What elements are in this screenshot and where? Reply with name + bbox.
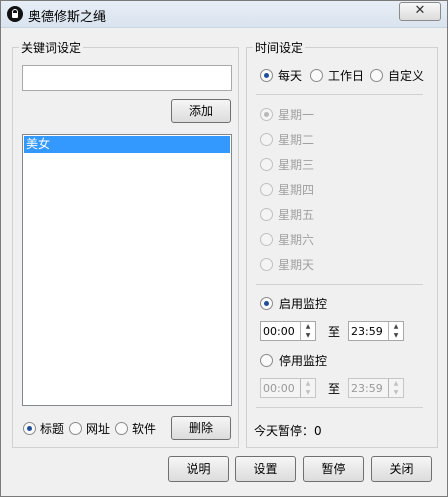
disable-end-time-field[interactable]: 23:59 ▲ ▼ (348, 378, 404, 398)
spinner-up-icon[interactable]: ▲ (389, 322, 403, 331)
weekday-radio-thu[interactable] (260, 183, 273, 196)
keyword-group-title: 关键词设定 (19, 39, 84, 56)
weekday-label-tue: 星期二 (278, 133, 315, 147)
mode-workday-radio[interactable] (310, 69, 323, 82)
weekday-label-wed: 星期三 (278, 158, 315, 172)
list-item[interactable]: 美女 (24, 136, 230, 153)
weekday-radio-tue[interactable] (260, 133, 273, 146)
weekday-label-thu: 星期四 (278, 183, 315, 197)
divider (256, 94, 423, 95)
time-spinner[interactable]: ▲ ▼ (300, 379, 315, 397)
match-title-label: 标题 (40, 422, 65, 436)
mode-custom-label: 自定义 (388, 69, 425, 83)
enable-monitor-label: 启用监控 (279, 297, 328, 311)
time-group-title: 时间设定 (253, 39, 306, 56)
weekday-radio-wed[interactable] (260, 158, 273, 171)
mode-daily-radio[interactable] (260, 69, 273, 82)
time-spinner[interactable]: ▲ ▼ (388, 322, 403, 340)
disable-start-time-value: 00:00 (263, 382, 295, 395)
enable-start-time-field[interactable]: 00:00 ▲ ▼ (260, 321, 316, 341)
help-button[interactable]: 说明 (168, 456, 229, 482)
enable-start-time-value: 00:00 (263, 325, 295, 338)
weekday-label-mon: 星期一 (278, 108, 315, 122)
window-title: 奥德修斯之绳 (28, 10, 107, 25)
divider (256, 407, 423, 408)
match-software-label: 软件 (132, 422, 157, 436)
spinner-up-icon[interactable]: ▲ (389, 379, 403, 388)
weekday-label-sat: 星期六 (278, 233, 315, 247)
match-title-radio[interactable] (23, 422, 36, 435)
window-close-button[interactable]: ✕ (399, 2, 441, 21)
enable-end-time-value: 23:59 (351, 325, 383, 338)
lock-icon (7, 6, 23, 22)
title-bar: 奥德修斯之绳 ✕ (1, 1, 447, 28)
to-label: 至 (328, 325, 341, 339)
to-label: 至 (328, 382, 341, 396)
keyword-input[interactable] (22, 65, 232, 91)
spinner-down-icon[interactable]: ▼ (389, 331, 403, 340)
spinner-down-icon[interactable]: ▼ (301, 331, 315, 340)
keyword-list[interactable]: 美女 (22, 134, 232, 406)
pause-today-status: 今天暂停：0 (254, 424, 322, 438)
weekday-radio-sat[interactable] (260, 233, 273, 246)
pause-button[interactable]: 暂停 (303, 456, 364, 482)
disable-monitor-label: 停用监控 (279, 354, 328, 368)
weekday-label-fri: 星期五 (278, 208, 315, 222)
disable-start-time-field[interactable]: 00:00 ▲ ▼ (260, 378, 316, 398)
mode-daily-label: 每天 (278, 69, 303, 83)
spinner-down-icon[interactable]: ▼ (301, 388, 315, 397)
close-button[interactable]: 关闭 (371, 456, 432, 482)
mode-custom-radio[interactable] (370, 69, 383, 82)
weekday-radio-sun[interactable] (260, 258, 273, 271)
time-spinner[interactable]: ▲ ▼ (300, 322, 315, 340)
match-url-radio[interactable] (69, 422, 82, 435)
settings-button[interactable]: 设置 (235, 456, 296, 482)
mode-workday-label: 工作日 (328, 69, 365, 83)
disable-end-time-value: 23:59 (351, 382, 383, 395)
weekday-radio-mon[interactable] (260, 108, 273, 121)
match-software-radio[interactable] (115, 422, 128, 435)
main-window: 奥德修斯之绳 ✕ 关键词设定 添加 美女 标题 网址 软件 删除 时间设定 每天… (0, 0, 448, 497)
enable-monitor-radio[interactable] (260, 297, 273, 310)
delete-keyword-button[interactable]: 删除 (171, 416, 231, 440)
match-url-label: 网址 (86, 422, 111, 436)
enable-end-time-field[interactable]: 23:59 ▲ ▼ (348, 321, 404, 341)
disable-monitor-radio[interactable] (260, 354, 273, 367)
divider (256, 284, 423, 285)
add-keyword-button[interactable]: 添加 (171, 99, 231, 123)
spinner-up-icon[interactable]: ▲ (301, 379, 315, 388)
spinner-up-icon[interactable]: ▲ (301, 322, 315, 331)
spinner-down-icon[interactable]: ▼ (389, 388, 403, 397)
weekday-radio-fri[interactable] (260, 208, 273, 221)
time-spinner[interactable]: ▲ ▼ (388, 379, 403, 397)
weekday-label-sun: 星期天 (278, 258, 315, 272)
